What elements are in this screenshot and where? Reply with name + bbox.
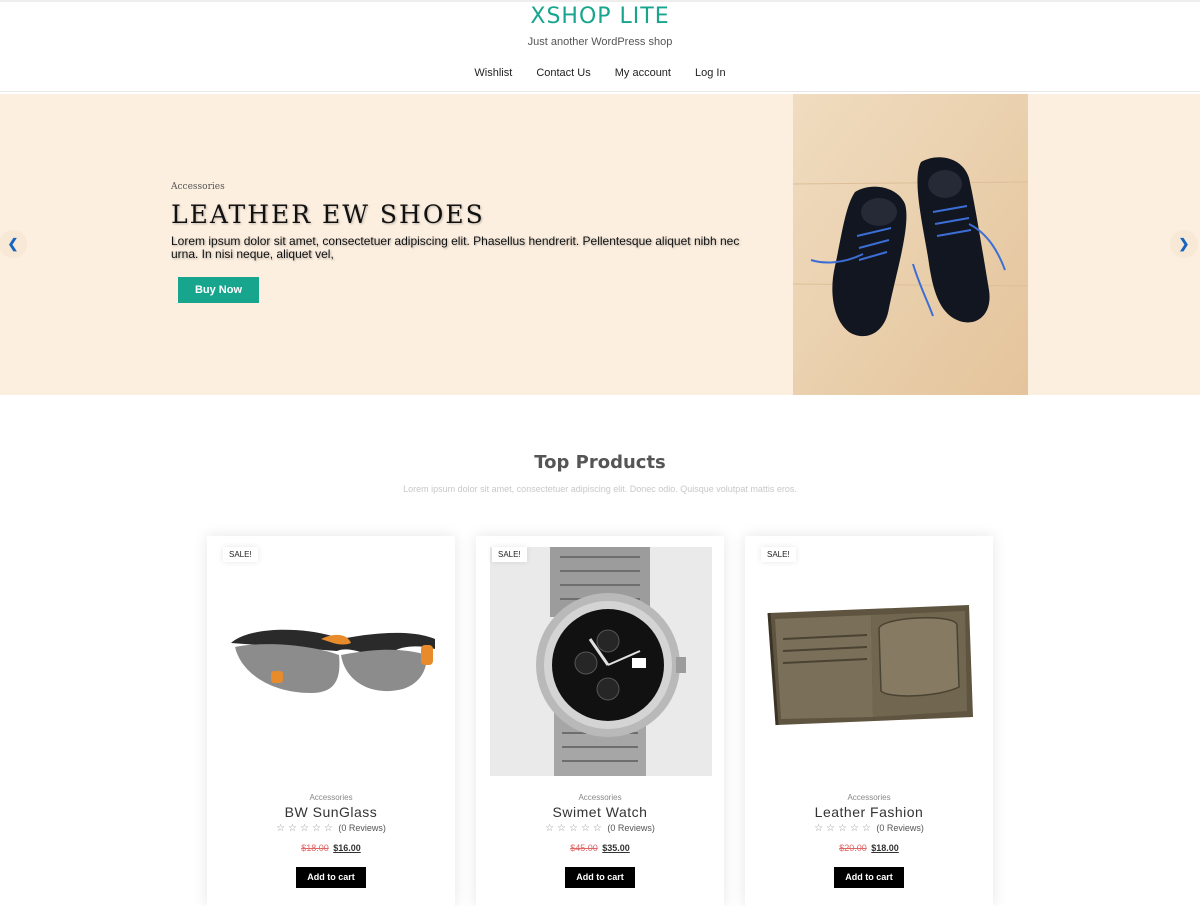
hero-slider: ❮ Accessories LEATHER EW SHOES Lorem ips… — [0, 94, 1200, 395]
product-rating: ☆☆☆☆☆ (0 Reviews) — [476, 823, 724, 834]
section-title: Top Products — [534, 452, 666, 473]
product-name[interactable]: Swimet Watch — [476, 804, 724, 820]
nav-log-in[interactable]: Log In — [695, 67, 726, 79]
sale-badge: SALE! — [223, 547, 258, 562]
old-price: $20.00 — [839, 843, 867, 853]
product-image-watch[interactable] — [490, 547, 712, 776]
add-to-cart-button[interactable]: Add to cart — [834, 867, 904, 888]
product-image-wallet[interactable] — [759, 547, 981, 776]
chevron-left-icon[interactable]: ❮ — [0, 230, 27, 258]
nav-my-account[interactable]: My account — [615, 67, 671, 79]
add-to-cart-button[interactable]: Add to cart — [565, 867, 635, 888]
review-count: (0 Reviews) — [876, 823, 924, 833]
site-tagline: Just another WordPress shop — [527, 36, 673, 48]
hero-title: LEATHER EW SHOES — [171, 200, 485, 229]
star-rating-icon: ☆☆☆☆☆ — [276, 823, 336, 834]
main-nav: Wishlist Contact Us My account Log In — [0, 67, 1200, 79]
site-header: XSHOP LITE Just another WordPress shop W… — [0, 0, 1200, 92]
product-image-sunglass[interactable] — [221, 547, 443, 776]
sale-price: $35.00 — [602, 843, 630, 853]
product-price: $45.00 $35.00 — [476, 843, 724, 853]
old-price: $18.00 — [301, 843, 329, 853]
product-rating: ☆☆☆☆☆ (0 Reviews) — [207, 823, 455, 834]
review-count: (0 Reviews) — [338, 823, 386, 833]
add-to-cart-button[interactable]: Add to cart — [296, 867, 366, 888]
sale-badge: SALE! — [492, 547, 527, 562]
watch-illustration — [490, 547, 712, 776]
sale-badge: SALE! — [761, 547, 796, 562]
sunglasses-illustration — [221, 547, 443, 776]
product-price: $18.00 $16.00 — [207, 843, 455, 853]
product-name[interactable]: Leather Fashion — [745, 804, 993, 820]
site-title[interactable]: XSHOP LITE — [0, 4, 1200, 29]
hero-description: Lorem ipsum dolor sit amet, consectetuer… — [171, 234, 740, 261]
sale-price: $18.00 — [871, 843, 899, 853]
product-category[interactable]: Accessories — [476, 793, 724, 802]
product-price: $20.00 $18.00 — [745, 843, 993, 853]
hero-shoes-image — [793, 94, 1028, 395]
nav-wishlist[interactable]: Wishlist — [474, 67, 512, 79]
old-price: $45.00 — [570, 843, 598, 853]
nav-contact-us[interactable]: Contact Us — [536, 67, 590, 79]
star-rating-icon: ☆☆☆☆☆ — [545, 823, 605, 834]
product-card[interactable]: SALE! Accessories Swimet Watch ☆☆☆☆☆ (0 … — [476, 536, 724, 906]
wallet-illustration — [759, 547, 981, 776]
product-category[interactable]: Accessories — [207, 793, 455, 802]
product-card[interactable]: SALE! Accessories Leather Fashion ☆☆☆☆☆ … — [745, 536, 993, 906]
chevron-right-icon[interactable]: ❯ — [1170, 230, 1198, 258]
star-rating-icon: ☆☆☆☆☆ — [814, 823, 874, 834]
product-card[interactable]: SALE! Accessories BW SunGlass ☆☆☆☆☆ (0 R… — [207, 536, 455, 906]
product-rating: ☆☆☆☆☆ (0 Reviews) — [745, 823, 993, 834]
review-count: (0 Reviews) — [607, 823, 655, 833]
section-subtitle: Lorem ipsum dolor sit amet, consectetuer… — [403, 484, 797, 494]
sale-price: $16.00 — [333, 843, 361, 853]
hero-category[interactable]: Accessories — [171, 182, 225, 192]
buy-now-button[interactable]: Buy Now — [178, 277, 259, 303]
product-name[interactable]: BW SunGlass — [207, 804, 455, 820]
product-category[interactable]: Accessories — [745, 793, 993, 802]
shoes-illustration — [793, 94, 1028, 395]
